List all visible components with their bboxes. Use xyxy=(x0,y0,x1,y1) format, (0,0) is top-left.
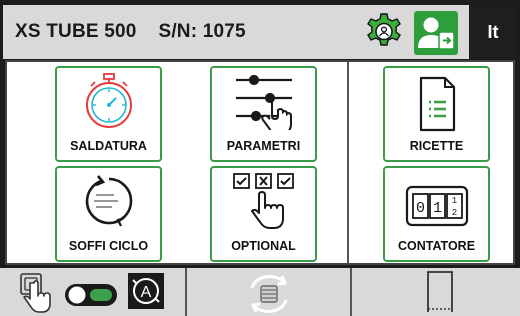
panel-divider xyxy=(347,62,349,263)
tile-parametri[interactable]: PARAMETRI xyxy=(210,66,317,162)
tile-ricette-label: RICETTE xyxy=(409,139,464,153)
document-list-icon xyxy=(419,76,455,132)
tile-optional[interactable]: OPTIONAL xyxy=(210,166,317,262)
svg-text:1: 1 xyxy=(451,196,456,206)
gear-settings-icon[interactable] xyxy=(364,12,404,52)
toggle-switch[interactable] xyxy=(64,282,118,308)
air-cycle-icon xyxy=(85,175,132,227)
bottom-separator-1 xyxy=(185,268,187,316)
machine-hmi-screen: XS TUBE 500 S/N: 1075 It SALDATURA PARAM… xyxy=(0,0,520,316)
bottom-status-bar: A xyxy=(0,268,520,316)
stopwatch-icon xyxy=(85,73,132,128)
svg-text:2: 2 xyxy=(451,208,456,218)
tile-contatore[interactable]: 0 1 1 2 CONTATORE xyxy=(383,166,490,262)
language-button[interactable]: It xyxy=(469,5,517,59)
counter-digit-1: 1 xyxy=(432,200,441,217)
machine-title: XS TUBE 500 S/N: 1075 xyxy=(15,21,246,42)
hand-touch-icon[interactable] xyxy=(18,272,54,316)
tile-optional-label: OPTIONAL xyxy=(231,239,296,253)
tray-icon[interactable] xyxy=(425,270,455,314)
header-bar: XS TUBE 500 S/N: 1075 It xyxy=(3,5,517,59)
checkbox-touch-icon xyxy=(232,173,294,229)
tile-contatore-label: CONTATORE xyxy=(397,239,476,253)
user-login-icon[interactable] xyxy=(414,11,458,55)
tube-rotate-icon[interactable] xyxy=(244,274,294,314)
counter-digit-0: 0 xyxy=(415,200,424,217)
tile-saldatura-label: SALDATURA xyxy=(70,139,147,153)
svg-text:A: A xyxy=(141,284,152,301)
sliders-touch-icon xyxy=(235,74,292,130)
bottom-separator-2 xyxy=(350,268,352,316)
tile-soffi-ciclo-label: SOFFI CICLO xyxy=(68,239,149,253)
tile-ricette[interactable]: RICETTE xyxy=(383,66,490,162)
main-menu-panel: SALDATURA PARAMETRI RICETTE SOFFI CICLO … xyxy=(5,60,515,265)
auto-mode-icon[interactable]: A xyxy=(128,273,164,309)
tile-soffi-ciclo[interactable]: SOFFI CICLO xyxy=(55,166,162,262)
tile-saldatura[interactable]: SALDATURA xyxy=(55,66,162,162)
tile-parametri-label: PARAMETRI xyxy=(226,139,301,153)
counter-icon: 0 1 1 2 xyxy=(405,185,468,227)
